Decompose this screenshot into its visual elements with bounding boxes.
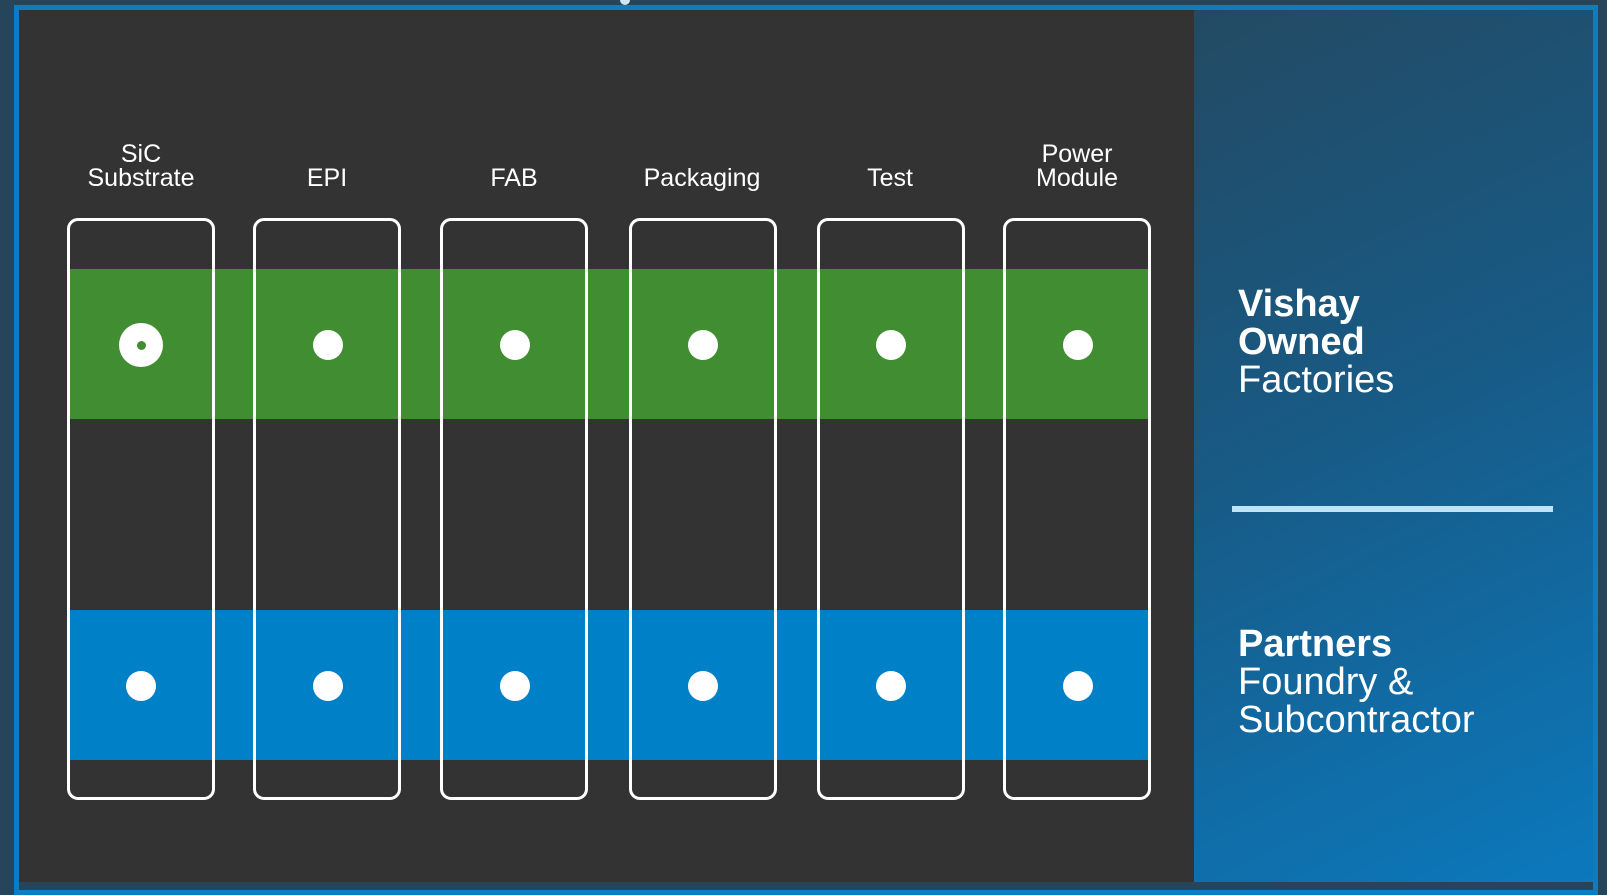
column-box-packaging [629, 218, 777, 800]
owned-label-line-1: Vishay [1238, 283, 1360, 325]
partners-label-line-1: Partners [1238, 623, 1393, 665]
legend-panel [1194, 10, 1593, 882]
column-header-fab: FAB [490, 164, 538, 192]
owned-dot-packaging [688, 330, 718, 360]
owned-dot-epi [313, 330, 343, 360]
partners-dot-power-module [1063, 671, 1093, 701]
column-header-epi: EPI [306, 164, 348, 192]
column-box-power-module [1003, 218, 1151, 800]
partners-dot-packaging [688, 671, 718, 701]
partners-dot-sic-substrate [126, 671, 156, 701]
partners-label: Partners Foundry & Subcontractor [1238, 625, 1475, 739]
partners-band [69, 610, 1148, 760]
column-box-fab [440, 218, 588, 800]
column-box-epi [253, 218, 401, 800]
partners-label-line-2: Foundry & [1238, 661, 1414, 703]
column-box-test [817, 218, 965, 800]
column-box-sic-substrate [67, 218, 215, 800]
column-header-power-module: Power Module [1036, 140, 1118, 192]
owned-dot-power-module [1063, 330, 1093, 360]
partners-dot-fab [500, 671, 530, 701]
owned-label-line-3: Factories [1238, 359, 1395, 401]
partners-label-line-3: Subcontractor [1238, 699, 1475, 741]
owned-dot-center [136, 340, 146, 350]
partners-dot-test [876, 671, 906, 701]
column-header-packaging: Packaging [643, 164, 761, 192]
owned-dot-test [876, 330, 906, 360]
owned-label-line-2: Owned [1238, 321, 1365, 363]
column-header-sic-substrate: SiC Substrate [87, 140, 195, 192]
column-header-test: Test [867, 164, 913, 192]
owned-dot-fab [500, 330, 530, 360]
owned-factories-label: Vishay Owned Factories [1238, 285, 1394, 399]
owned-band [69, 269, 1148, 419]
partners-dot-epi [313, 671, 343, 701]
owned-dot-sic-substrate-highlighted [119, 323, 163, 367]
legend-divider [1232, 506, 1553, 512]
